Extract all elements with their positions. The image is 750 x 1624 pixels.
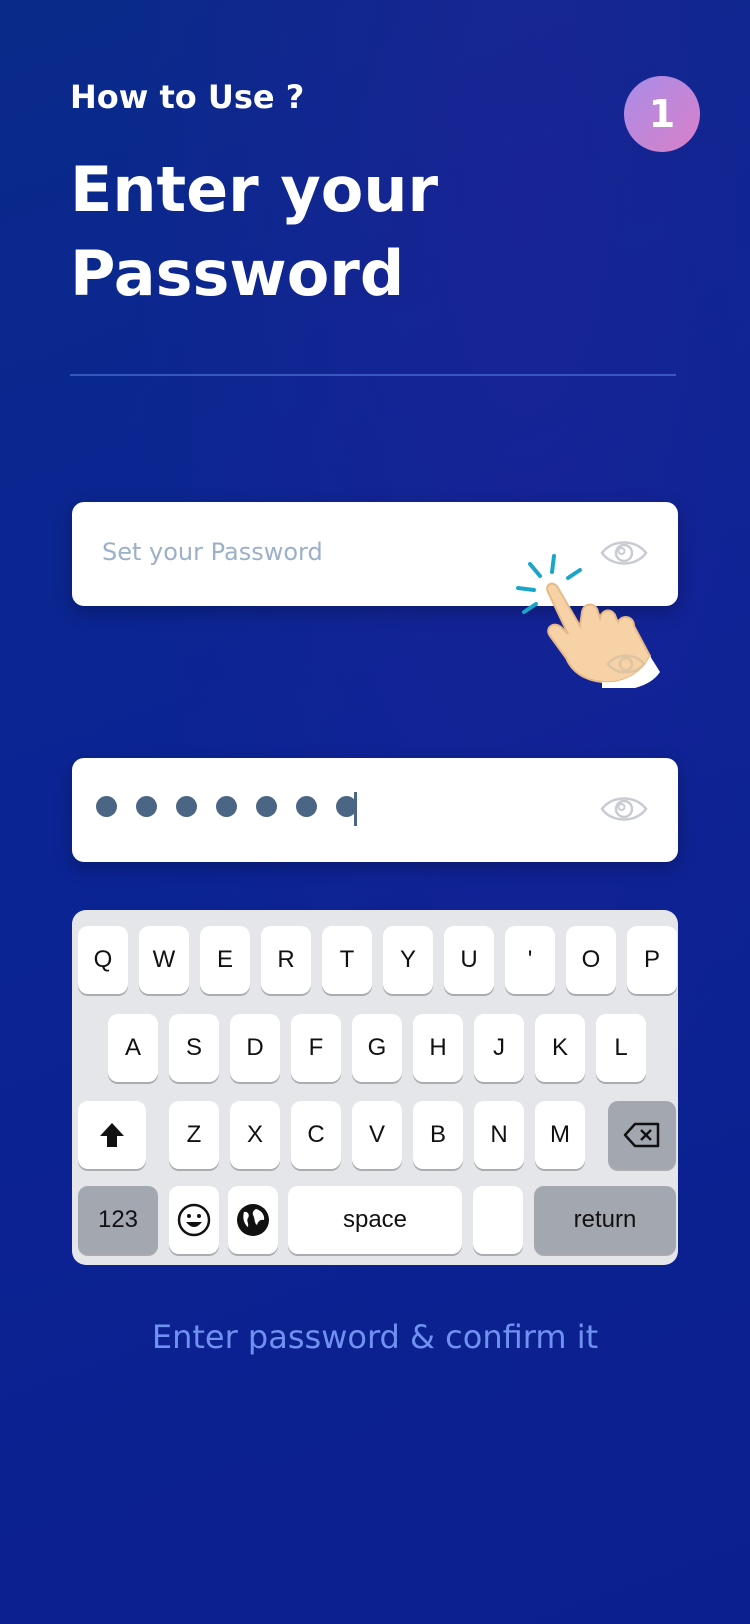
text-caret <box>354 792 357 826</box>
key-g[interactable]: G <box>352 1014 402 1082</box>
key-n[interactable]: N <box>474 1101 524 1169</box>
eye-icon <box>606 654 646 674</box>
password-dot <box>256 796 277 817</box>
password-dot <box>136 796 157 817</box>
key-j[interactable]: J <box>474 1014 524 1082</box>
page-title: Enter your Password <box>70 153 439 310</box>
emoji-key[interactable] <box>169 1186 219 1254</box>
globe-key[interactable] <box>228 1186 278 1254</box>
key-a[interactable]: A <box>108 1014 158 1082</box>
key-p[interactable]: P <box>627 926 677 994</box>
password-dot <box>96 796 117 817</box>
key-i[interactable]: ' <box>505 926 555 994</box>
eye-icon[interactable] <box>600 792 648 826</box>
key-l[interactable]: L <box>596 1014 646 1082</box>
shift-icon <box>100 1123 124 1147</box>
key-e[interactable]: E <box>200 926 250 994</box>
key-r[interactable]: R <box>261 926 311 994</box>
divider <box>70 374 676 376</box>
key-w[interactable]: W <box>139 926 189 994</box>
how-to-use-heading: How to Use ? <box>70 78 305 116</box>
confirm-password-field[interactable] <box>72 758 678 862</box>
backspace-key[interactable] <box>608 1101 676 1169</box>
key-b[interactable]: B <box>413 1101 463 1169</box>
key-u[interactable]: U <box>444 926 494 994</box>
key-f[interactable]: F <box>291 1014 341 1082</box>
step-badge: 1 <box>624 76 700 152</box>
key-v[interactable]: V <box>352 1101 402 1169</box>
numbers-key[interactable]: 123 <box>78 1186 158 1254</box>
key-x[interactable]: X <box>230 1101 280 1169</box>
key-d[interactable]: D <box>230 1014 280 1082</box>
backspace-icon <box>623 1122 660 1148</box>
key-q[interactable]: Q <box>78 926 128 994</box>
keyboard: Q W E R T Y U ' O P A S D F G H J K L Z … <box>72 910 678 1265</box>
key-s[interactable]: S <box>169 1014 219 1082</box>
globe-icon <box>237 1204 269 1236</box>
key-z[interactable]: Z <box>169 1101 219 1169</box>
key-y[interactable]: Y <box>383 926 433 994</box>
blank-key[interactable] <box>473 1186 523 1254</box>
emoji-icon <box>177 1203 211 1237</box>
return-key[interactable]: return <box>534 1186 676 1254</box>
shift-key[interactable] <box>78 1101 146 1169</box>
space-key[interactable]: space <box>288 1186 462 1254</box>
key-k[interactable]: K <box>535 1014 585 1082</box>
password-dot <box>216 796 237 817</box>
key-m[interactable]: M <box>535 1101 585 1169</box>
key-h[interactable]: H <box>413 1014 463 1082</box>
password-dot <box>296 796 317 817</box>
tap-hand-icon <box>516 554 660 688</box>
key-o[interactable]: O <box>566 926 616 994</box>
password-placeholder: Set your Password <box>102 538 323 566</box>
instruction-caption: Enter password & confirm it <box>151 1318 599 1356</box>
key-t[interactable]: T <box>322 926 372 994</box>
password-dot <box>176 796 197 817</box>
key-c[interactable]: C <box>291 1101 341 1169</box>
masked-password <box>96 796 376 817</box>
